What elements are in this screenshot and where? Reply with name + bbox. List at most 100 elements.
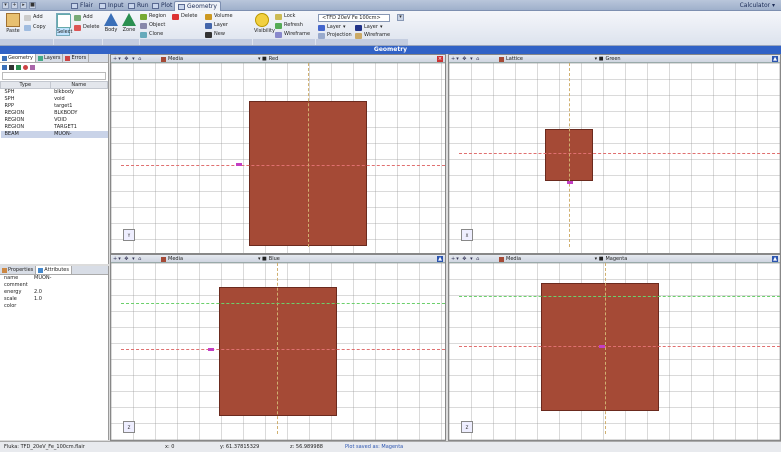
filter-icon[interactable] [30, 64, 35, 70]
zone-filter-icon[interactable] [9, 64, 14, 70]
projection-button[interactable]: Projection [318, 32, 352, 39]
filter-input[interactable] [2, 72, 106, 80]
column-type[interactable]: Type [0, 81, 51, 89]
tab-plot[interactable]: Plot [149, 1, 175, 11]
viewport-name[interactable]: Lattice [499, 55, 523, 63]
status-y: y: 61.37815329 [220, 444, 260, 450]
copy-button[interactable]: Copy [24, 24, 46, 31]
volume-button[interactable]: Volume [205, 13, 233, 20]
open-icon[interactable]: ▸ [20, 2, 27, 9]
close-icon[interactable]: × [437, 56, 443, 62]
search-dropdown-icon[interactable]: ▾ [397, 14, 404, 21]
table-row[interactable]: REGION TARGET1 [1, 124, 108, 131]
plot-canvas[interactable]: Z [111, 263, 445, 440]
property-row: color [4, 303, 17, 309]
beam-marker[interactable] [599, 345, 605, 348]
table-row[interactable]: SPH blkbody [1, 89, 108, 97]
new-icon[interactable]: + [11, 2, 18, 9]
paste-button[interactable]: Paste [4, 13, 22, 34]
body-button[interactable]: Body [103, 13, 119, 33]
viewport-layer[interactable]: ▾ ■ Blue [258, 255, 280, 263]
layers-icon [37, 55, 43, 61]
visibility-button[interactable]: Visibility [254, 13, 275, 34]
tab-attributes[interactable]: Attributes [36, 266, 72, 274]
table-row[interactable]: REGION VOID [1, 117, 108, 124]
viewport-name[interactable]: Media [499, 255, 521, 263]
cut-button[interactable]: Add [24, 14, 43, 21]
body-filter-icon[interactable] [2, 64, 7, 70]
viewport-tools[interactable]: +▾ ✥ ▾ ⌂ [451, 255, 480, 263]
column-name[interactable]: Name [49, 81, 109, 89]
table-row-selected[interactable]: BEAM MUON- [0, 131, 108, 138]
volume-icon [205, 13, 212, 20]
plot-canvas[interactable]: X [449, 63, 780, 253]
property-value[interactable]: 1.0 [34, 296, 42, 303]
target-body[interactable] [219, 287, 337, 416]
select-button[interactable]: Select [56, 13, 72, 36]
property-row: name MUON- [4, 275, 52, 282]
x-axis-line [459, 346, 780, 347]
layer-dropdown-2[interactable]: Layer ▾ [355, 24, 382, 31]
clipboard-icon [6, 13, 20, 27]
clone-icon [140, 31, 147, 38]
tab-flair[interactable]: Flair [68, 1, 96, 11]
wireframe-icon [355, 32, 362, 39]
tab-errors[interactable]: Errors [63, 54, 90, 62]
viewport-top-left[interactable]: +▾ ✥ ▾ ⌂ Media ▾ ■ Red × Y [110, 54, 446, 254]
refresh-button[interactable]: Refresh [275, 22, 303, 29]
viewport-layer[interactable]: ▾ ■ Red [258, 55, 278, 63]
tab-geometry-list[interactable]: Geometry [0, 54, 36, 62]
plot-canvas[interactable]: Y [111, 63, 445, 253]
beam-filter-icon[interactable] [23, 64, 28, 70]
viewport-layer[interactable]: ▾ ■ Green [595, 55, 621, 63]
tab-geometry[interactable]: Geometry [174, 1, 221, 11]
beam-marker[interactable] [236, 163, 242, 166]
maximize-icon[interactable]: ▲ [772, 256, 778, 262]
delete-object-button[interactable]: Delete [172, 13, 197, 20]
table-row[interactable]: RPP target1 [1, 103, 108, 110]
viewport-tools[interactable]: +▾ ✥ ▾ ⌂ [113, 255, 142, 263]
lock-button[interactable]: Lock [275, 13, 295, 20]
app-menu-icon[interactable]: ▾ [2, 2, 9, 9]
table-row[interactable]: SPH void [1, 96, 108, 103]
tab-input[interactable]: Input [96, 1, 127, 11]
refresh-icon [275, 22, 282, 29]
save-icon[interactable]: ■ [29, 2, 36, 9]
plot-canvas[interactable]: Z [449, 263, 780, 440]
layer-button[interactable]: Layer [205, 22, 228, 29]
beam-marker[interactable] [208, 348, 214, 351]
calculator-button[interactable]: Calculator ▾ [740, 1, 775, 10]
wireframe-toggle[interactable]: Wireframe [355, 32, 390, 39]
viewport-tools[interactable]: +▾ ✥ ▾ ⌂ [113, 55, 142, 63]
layer-dropdown[interactable]: Layer ▾ [318, 24, 345, 31]
region-filter-icon[interactable] [16, 64, 21, 70]
viewport-bottom-left[interactable]: +▾ ✥ ▾ ⌂ Media ▾ ■ Blue ▲ Z [110, 254, 446, 441]
viewport-layer[interactable]: ▾ ■ Magenta [595, 255, 628, 263]
clone-button[interactable]: Clone [140, 31, 163, 38]
viewport-name[interactable]: Media [161, 255, 183, 263]
maximize-icon[interactable]: ▲ [437, 256, 443, 262]
delete-icon [74, 24, 81, 31]
object-button[interactable]: Object [140, 22, 165, 29]
add-button[interactable]: Add [74, 14, 93, 21]
viewport-name[interactable]: Media [161, 55, 183, 63]
viewport-bottom-right[interactable]: +▾ ✥ ▾ ⌂ Media ▾ ■ Magenta ▲ Z [448, 254, 781, 441]
bulb-icon [255, 13, 269, 27]
property-value[interactable]: 2.0 [34, 289, 42, 296]
wireframe-button[interactable]: Wireframe [275, 31, 310, 38]
delete-button[interactable]: Delete [74, 24, 99, 31]
viewport-top-right[interactable]: +▾ ✥ ▾ ⌂ Lattice ▾ ■ Green ▲ X [448, 54, 781, 254]
region-button[interactable]: Region [140, 13, 166, 20]
maximize-icon[interactable]: ▲ [772, 56, 778, 62]
search-input[interactable]: <TFD 20eV Fe 100cm> [318, 14, 390, 22]
tab-run[interactable]: Run [125, 1, 152, 11]
tab-properties[interactable]: Properties [0, 266, 37, 274]
beam-marker[interactable] [567, 181, 573, 184]
tab-layers[interactable]: Layers [36, 54, 64, 62]
geometry-browser: Geometry Layers Errors Type Name SPH blkb… [0, 54, 109, 264]
table-row[interactable]: REGION BLKBODY [1, 110, 108, 117]
new-button[interactable]: New [205, 31, 225, 38]
zone-button[interactable]: Zone [121, 13, 137, 33]
viewport-tools[interactable]: +▾ ✥ ▾ ⌂ [451, 55, 480, 63]
property-value[interactable]: MUON- [34, 275, 51, 282]
